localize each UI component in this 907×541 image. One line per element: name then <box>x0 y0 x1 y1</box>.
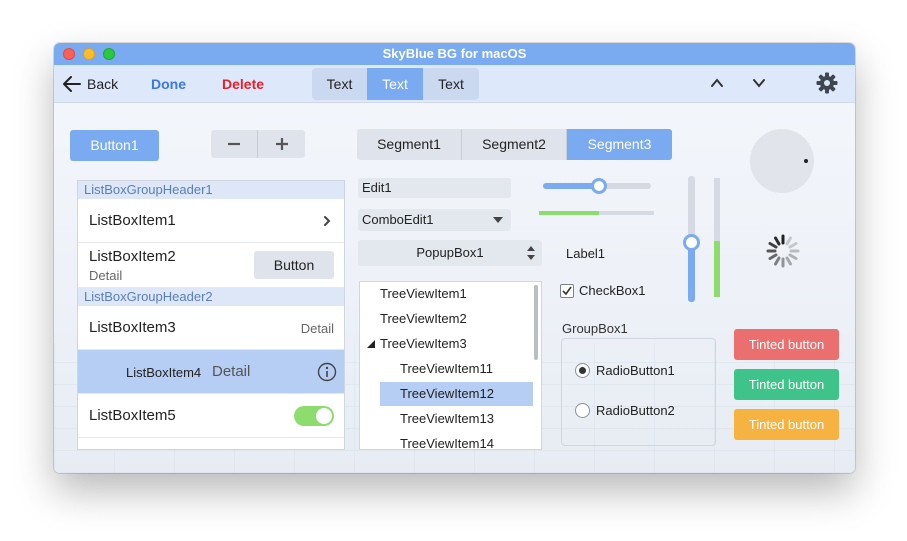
tree-view[interactable]: TreeViewItem1 TreeViewItem2 TreeViewItem… <box>359 281 542 450</box>
minimize-window-button[interactable] <box>83 48 95 60</box>
list-group-header: ListBoxGroupHeader2 <box>78 288 344 306</box>
combo-edit[interactable]: ComboEdit1 <box>358 209 511 231</box>
popup-box[interactable]: PopupBox1 <box>358 240 542 266</box>
disclosure-triangle-icon[interactable] <box>367 340 375 348</box>
info-icon[interactable] <box>317 362 337 382</box>
groupbox-title: GroupBox1 <box>562 321 628 336</box>
list-item-label: ListBoxItem2 <box>89 248 176 265</box>
vertical-slider[interactable] <box>683 176 700 302</box>
horizontal-slider[interactable] <box>543 178 651 194</box>
list-item-button[interactable]: Button <box>254 251 334 279</box>
segment-2[interactable]: Segment2 <box>462 129 567 160</box>
delete-button[interactable]: Delete <box>222 76 264 92</box>
vertical-progress-bar <box>714 178 720 297</box>
tree-item-selected[interactable]: TreeViewItem12 <box>380 382 533 406</box>
toolbar-segment-3[interactable]: Text <box>423 68 479 100</box>
tree-item[interactable]: TreeViewItem3 <box>380 332 467 356</box>
segment-3[interactable]: Segment3 <box>567 129 672 160</box>
up-down-arrows-icon <box>527 246 535 260</box>
tree-item[interactable]: TreeViewItem13 <box>400 407 494 431</box>
activity-spinner-icon <box>766 234 800 268</box>
close-window-button[interactable] <box>63 48 75 60</box>
list-item[interactable]: ListBoxItem3 Detail <box>78 306 344 350</box>
radio-button-2[interactable]: RadioButton2 <box>575 403 675 418</box>
button1[interactable]: Button1 <box>70 130 159 161</box>
list-item-detail: Detail <box>89 268 123 283</box>
list-group-header: ListBoxGroupHeader1 <box>78 181 344 199</box>
tree-scrollbar[interactable] <box>534 285 538 360</box>
increment-button[interactable] <box>258 130 305 158</box>
toolbar-segment-2[interactable]: Text <box>367 68 423 100</box>
rotary-dial[interactable] <box>750 129 814 193</box>
arrow-left-icon <box>63 76 81 92</box>
list-item-label: ListBoxItem5 <box>89 407 176 424</box>
gear-icon[interactable] <box>816 72 838 94</box>
done-button[interactable]: Done <box>151 76 186 92</box>
checkbox1[interactable]: CheckBox1 <box>560 283 645 298</box>
list-item[interactable]: ListBoxItem2 Detail Button <box>78 243 344 288</box>
checkbox-label: CheckBox1 <box>579 283 646 298</box>
toggle-switch[interactable] <box>294 406 334 426</box>
maximize-window-button[interactable] <box>103 48 115 60</box>
tree-item[interactable]: TreeViewItem11 <box>400 357 493 381</box>
list-item-label: ListBoxItem3 <box>89 319 176 336</box>
title-bar[interactable]: SkyBlue BG for macOS <box>54 43 855 65</box>
radio-circle[interactable] <box>575 363 590 378</box>
edit1-field[interactable]: Edit1 <box>358 178 511 198</box>
toolbar: Back Done Delete Text Text Text <box>54 65 855 103</box>
checkbox-box[interactable] <box>560 283 574 298</box>
minus-icon <box>228 142 240 146</box>
progress-fill <box>714 241 720 297</box>
tree-item[interactable]: TreeViewItem2 <box>380 307 467 331</box>
tree-item[interactable]: TreeViewItem14 <box>400 432 494 449</box>
list-item[interactable]: ListBoxItem1 <box>78 199 344 243</box>
segmented-control: Segment1 Segment2 Segment3 <box>357 129 672 160</box>
tinted-button-red[interactable]: Tinted button <box>734 329 839 360</box>
chevron-down-icon[interactable] <box>752 76 766 90</box>
list-item[interactable]: ListBoxItem5 <box>78 394 344 438</box>
list-item-label: ListBoxItem1 <box>89 212 176 229</box>
slider-fill <box>688 241 695 302</box>
slider-knob[interactable] <box>683 233 700 251</box>
back-label: Back <box>87 76 119 92</box>
window-title: SkyBlue BG for macOS <box>382 46 527 61</box>
radio-label: RadioButton1 <box>596 363 675 378</box>
progress-fill <box>539 211 599 215</box>
dropdown-arrow-icon[interactable] <box>493 217 503 223</box>
list-box[interactable]: ListBoxGroupHeader1 ListBoxItem1 ListBox… <box>77 180 345 450</box>
combo-value: ComboEdit1 <box>362 212 434 227</box>
checkmark-icon <box>562 286 572 295</box>
group-box: RadioButton1 RadioButton2 <box>561 338 716 446</box>
app-window: SkyBlue BG for macOS Back Done Delete Te… <box>54 43 855 473</box>
toolbar-segmented-control: Text Text Text <box>312 68 479 100</box>
label1: Label1 <box>566 246 606 261</box>
tree-item[interactable]: TreeViewItem1 <box>380 282 467 306</box>
horizontal-progress-bar <box>539 211 654 215</box>
chevron-up-icon[interactable] <box>710 76 724 90</box>
tinted-button-orange[interactable]: Tinted button <box>734 409 839 440</box>
radio-circle[interactable] <box>575 403 590 418</box>
popup-value: PopupBox1 <box>416 245 484 260</box>
slider-knob[interactable] <box>591 178 608 194</box>
chevron-right-icon <box>324 216 331 226</box>
segment-1[interactable]: Segment1 <box>357 129 462 160</box>
radio-label: RadioButton2 <box>596 403 675 418</box>
list-item-selected[interactable]: ListBoxItem4 Detail <box>78 350 344 394</box>
list-item-label: ListBoxItem4 <box>126 365 202 380</box>
list-item-detail: Detail <box>300 321 334 336</box>
radio-button-1[interactable]: RadioButton1 <box>575 363 675 378</box>
stepper <box>211 130 305 158</box>
tinted-button-green[interactable]: Tinted button <box>734 369 839 400</box>
list-item-detail: Detail <box>212 363 251 380</box>
back-button[interactable]: Back <box>63 74 118 94</box>
toolbar-segment-1[interactable]: Text <box>312 68 367 100</box>
plus-icon <box>275 138 288 150</box>
decrement-button[interactable] <box>211 130 258 158</box>
